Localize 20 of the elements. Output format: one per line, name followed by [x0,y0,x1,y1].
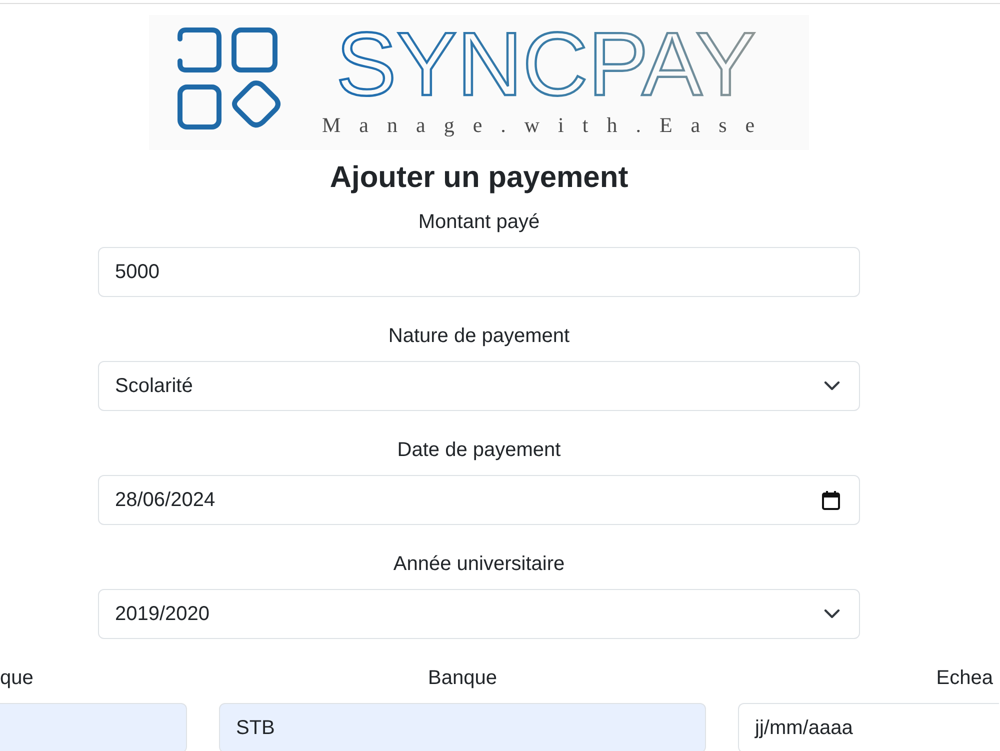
logo-wordmark: SYNCPAY [336,27,753,99]
select-dropdown[interactable]: Scolarité [98,361,860,411]
input-field[interactable] [0,703,187,751]
chevron-down-icon [824,609,840,619]
text-input[interactable]: 5000 [98,247,860,297]
field-label: Banque [428,666,497,691]
chevron-down-icon [824,381,840,391]
field-label: Nature de payement [388,324,570,349]
date-input[interactable]: 28/06/2024 [98,475,860,525]
field-label: Echea [936,666,993,691]
field-label: Date de payement [397,438,561,463]
logo-tagline: Manage.with.Ease [322,114,774,136]
calendar-icon [822,490,840,510]
field-label: Montant payé [418,210,540,235]
field-label: que [0,666,34,691]
input-field[interactable]: STB [219,703,706,751]
select-dropdown[interactable]: 2019/2020 [98,589,860,639]
input-field[interactable]: jj/mm/aaaa [738,703,999,751]
form-title: Ajouter un payement [328,160,630,196]
field-label: Année universitaire [393,552,565,577]
